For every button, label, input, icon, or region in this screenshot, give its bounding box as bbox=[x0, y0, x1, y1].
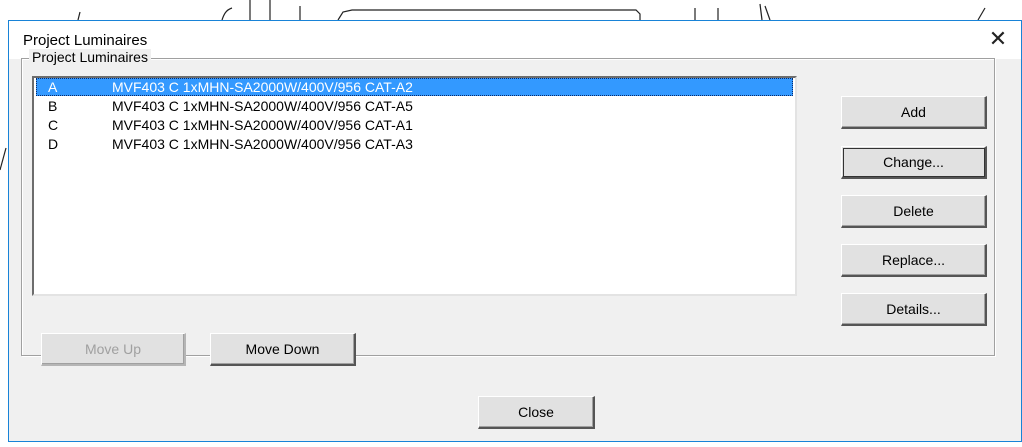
dialog-title: Project Luminaires bbox=[23, 32, 148, 49]
screen: Project Luminaires ✕ Project Luminaires … bbox=[0, 0, 1022, 447]
luminaire-letter: D bbox=[48, 136, 59, 152]
luminaire-name: MVF403 C 1xMHN-SA2000W/400V/956 CAT-A2 bbox=[112, 79, 413, 95]
luminaire-name: MVF403 C 1xMHN-SA2000W/400V/956 CAT-A3 bbox=[112, 136, 413, 152]
luminaire-name: MVF403 C 1xMHN-SA2000W/400V/956 CAT-A1 bbox=[112, 117, 413, 133]
luminaire-letter: B bbox=[48, 98, 58, 114]
change-button[interactable]: Change... bbox=[841, 146, 987, 179]
groupbox-label: Project Luminaires bbox=[29, 49, 151, 65]
delete-button[interactable]: Delete bbox=[841, 195, 987, 228]
list-item[interactable]: C MVF403 C 1xMHN-SA2000W/400V/956 CAT-A1 bbox=[36, 116, 793, 134]
luminaire-letter: A bbox=[48, 79, 58, 95]
luminaire-name: MVF403 C 1xMHN-SA2000W/400V/956 CAT-A5 bbox=[112, 98, 413, 114]
close-icon[interactable]: ✕ bbox=[983, 25, 1013, 55]
close-button[interactable]: Close bbox=[478, 396, 595, 429]
list-item[interactable]: D MVF403 C 1xMHN-SA2000W/400V/956 CAT-A3 bbox=[36, 135, 793, 153]
details-button[interactable]: Details... bbox=[841, 293, 987, 326]
list-item[interactable]: A MVF403 C 1xMHN-SA2000W/400V/956 CAT-A2 bbox=[36, 78, 793, 96]
luminaire-list[interactable]: A MVF403 C 1xMHN-SA2000W/400V/956 CAT-A2… bbox=[32, 76, 797, 296]
replace-button[interactable]: Replace... bbox=[841, 244, 987, 277]
luminaire-letter: C bbox=[48, 117, 59, 133]
move-up-button[interactable]: Move Up bbox=[41, 333, 186, 366]
add-button[interactable]: Add bbox=[841, 96, 987, 129]
move-down-button[interactable]: Move Down bbox=[210, 333, 356, 366]
title-bar: Project Luminaires ✕ bbox=[9, 21, 1021, 59]
list-item[interactable]: B MVF403 C 1xMHN-SA2000W/400V/956 CAT-A5 bbox=[36, 97, 793, 115]
